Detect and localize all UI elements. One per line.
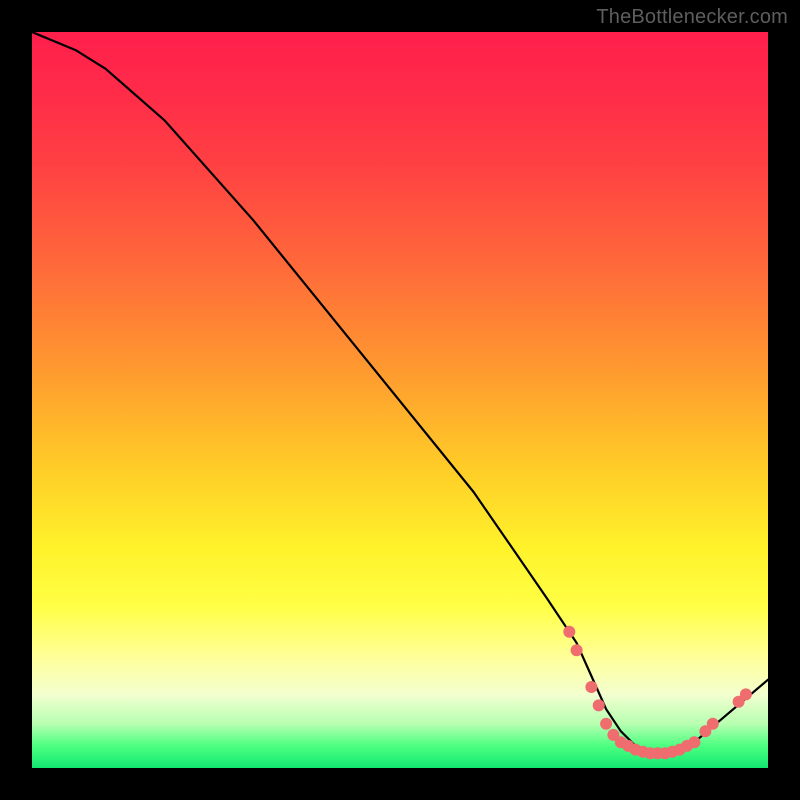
chart-marker	[593, 699, 605, 711]
chart-markers	[563, 626, 752, 760]
chart-marker	[688, 736, 700, 748]
chart-marker	[571, 644, 583, 656]
chart-marker	[740, 688, 752, 700]
chart-svg	[32, 32, 768, 768]
chart-frame: TheBottlenecker.com	[0, 0, 800, 800]
chart-marker	[600, 718, 612, 730]
chart-marker	[707, 718, 719, 730]
chart-curve	[32, 32, 768, 753]
watermark-text: TheBottlenecker.com	[596, 6, 788, 29]
chart-marker	[563, 626, 575, 638]
chart-marker	[585, 681, 597, 693]
chart-plot-area	[32, 32, 768, 768]
